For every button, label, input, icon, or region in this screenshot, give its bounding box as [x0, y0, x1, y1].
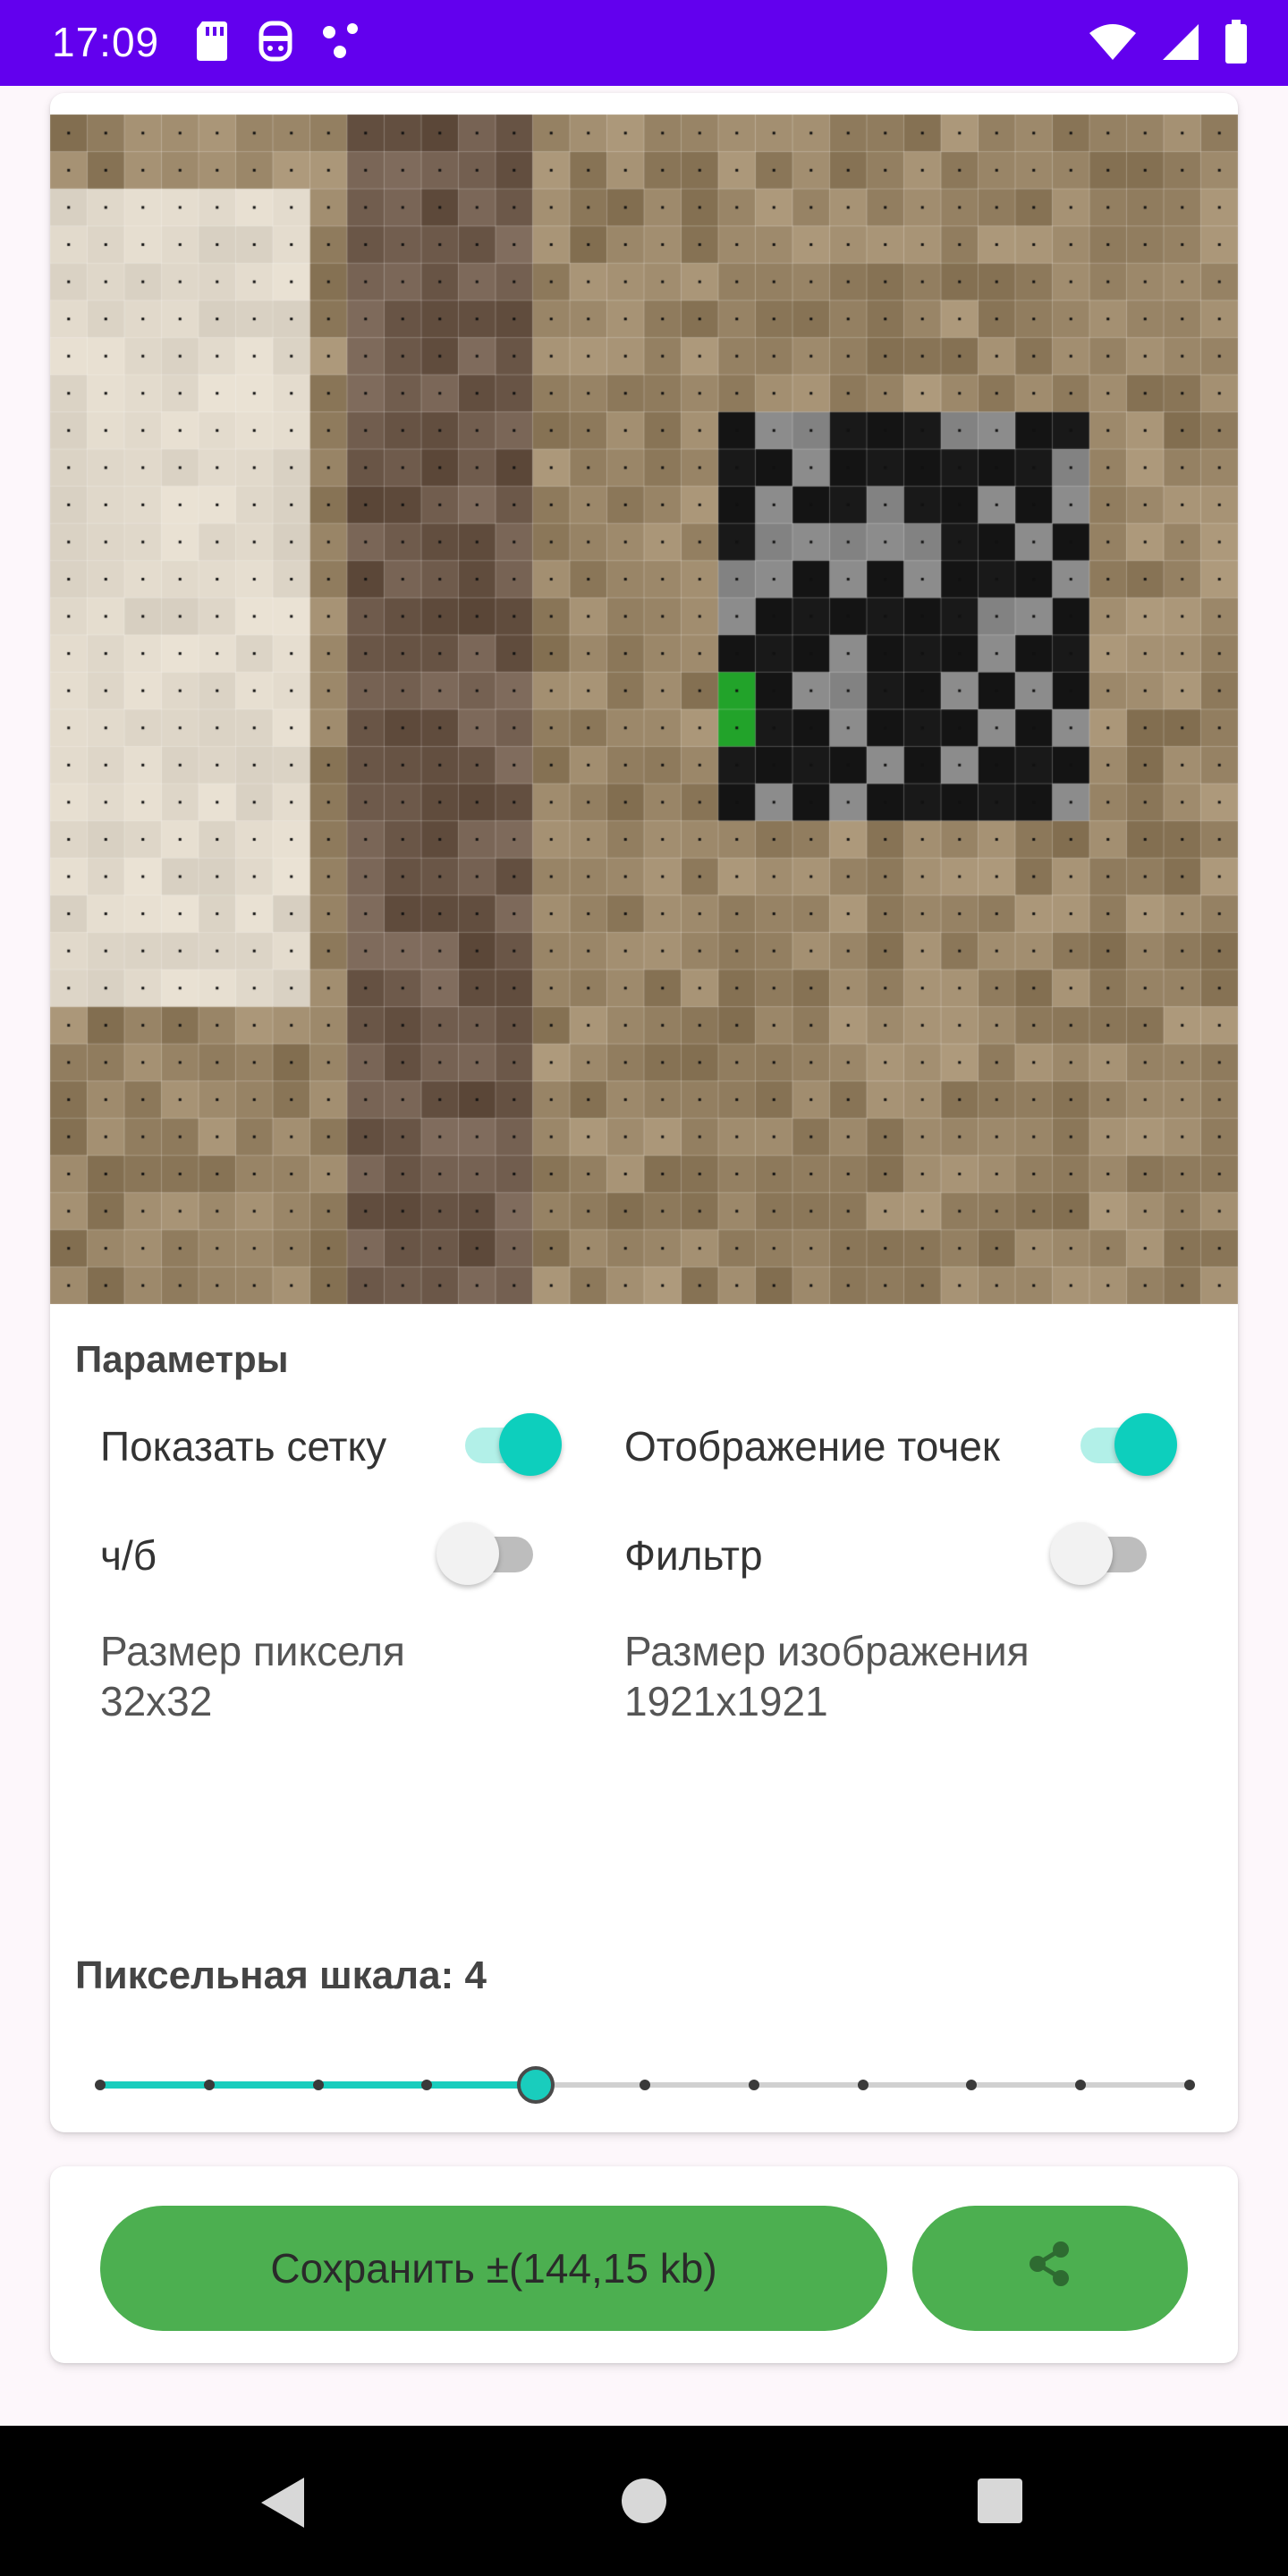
slider-tick	[857, 2080, 869, 2090]
filter-switch[interactable]	[1050, 1522, 1148, 1585]
slider-tick	[748, 2080, 759, 2090]
show-grid-switch[interactable]	[458, 1413, 562, 1476]
slider-tick	[312, 2080, 324, 2090]
sd-card-icon	[195, 20, 231, 67]
home-icon[interactable]	[621, 2478, 667, 2529]
slider-tick	[203, 2080, 215, 2090]
show-dots-switch[interactable]	[1073, 1413, 1177, 1476]
share-icon	[1025, 2239, 1075, 2299]
show-grid-label: Показать сетку	[100, 1423, 387, 1470]
bw-label: ч/б	[100, 1532, 157, 1579]
pixel-scale-slider[interactable]	[95, 2057, 1195, 2111]
slider-knob[interactable]	[517, 2066, 555, 2104]
navigation-bar	[0, 2426, 1288, 2576]
back-icon[interactable]	[258, 2476, 308, 2534]
bw-switch[interactable]	[436, 1522, 535, 1585]
status-bar: 17:09	[0, 0, 1288, 86]
dots-icon	[320, 20, 363, 67]
switch-thumb	[436, 1522, 499, 1585]
editor-card: Параметры Показать сетку Отображение точ…	[50, 93, 1238, 2132]
parameters-title: Параметры	[75, 1338, 289, 1380]
pixel-size-value: 32x32	[100, 1678, 213, 1724]
slider-tick	[95, 2080, 106, 2090]
switch-thumb	[1050, 1522, 1113, 1585]
slider-tick	[640, 2080, 650, 2090]
switch-thumb	[499, 1413, 562, 1476]
battery-icon	[1224, 20, 1249, 69]
pixel-scale-label: Пиксельная шкала: 4	[75, 1953, 487, 1997]
status-time: 17:09	[52, 19, 160, 65]
pixel-size-label: Размер пикселя	[100, 1628, 405, 1674]
image-size-value: 1921x1921	[624, 1678, 828, 1724]
robot-icon	[258, 20, 293, 67]
actions-card: Сохранить ±(144,15 kb)	[50, 2166, 1238, 2363]
switch-thumb	[1114, 1413, 1177, 1476]
pixel-canvas[interactable]	[50, 114, 1238, 1304]
slider-tick	[966, 2080, 978, 2090]
filter-label: Фильтр	[624, 1532, 763, 1579]
slider-tick	[421, 2080, 433, 2090]
image-size-info: Размер изображения 1921x1921	[624, 1626, 1030, 1726]
cell-signal-icon	[1159, 21, 1202, 68]
recents-icon[interactable]	[977, 2478, 1023, 2529]
save-button[interactable]: Сохранить ±(144,15 kb)	[100, 2206, 887, 2331]
slider-tick	[1184, 2080, 1195, 2090]
slider-tick	[1075, 2080, 1087, 2090]
wifi-icon	[1088, 21, 1138, 68]
share-button[interactable]	[912, 2206, 1188, 2331]
pixel-size-info: Размер пикселя 32x32	[100, 1626, 405, 1726]
image-size-label: Размер изображения	[624, 1628, 1030, 1674]
pixel-art-preview[interactable]	[50, 114, 1238, 1304]
show-dots-label: Отображение точек	[624, 1423, 1001, 1470]
